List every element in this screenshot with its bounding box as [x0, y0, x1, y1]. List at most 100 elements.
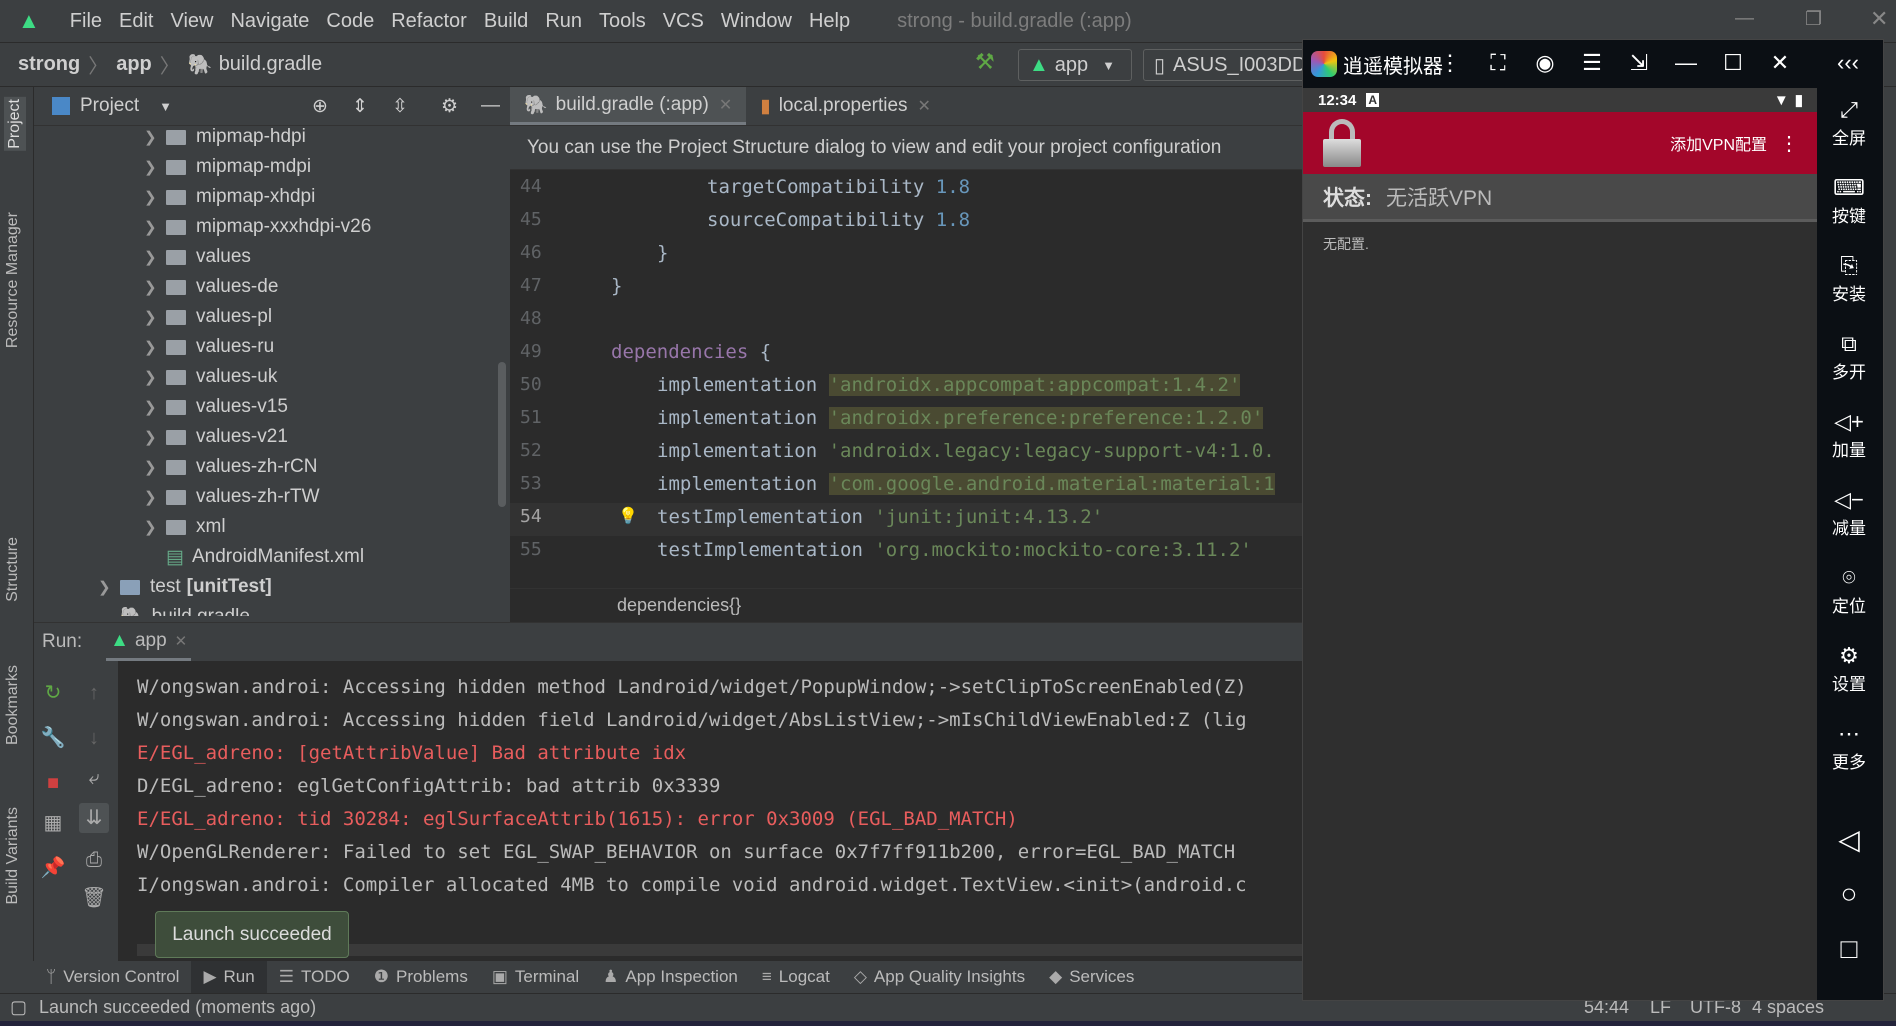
toolwin-run[interactable]: ▶ Run	[191, 961, 267, 993]
emu-multi-button[interactable]: ⧉ 多开	[1817, 330, 1881, 383]
restore-icon[interactable]: ❐	[1805, 8, 1822, 31]
home-icon[interactable]: ○	[1817, 878, 1881, 910]
hide-icon[interactable]: —	[481, 95, 500, 117]
tree-item[interactable]: ❯ mipmap-mdpi	[144, 152, 311, 182]
tree-item[interactable]: ❯ values-ru	[144, 332, 274, 362]
stop-icon[interactable]: ■	[38, 768, 68, 798]
close-icon[interactable]: ✕	[1765, 50, 1795, 76]
toolwin-todo[interactable]: ☰ TODO	[267, 961, 362, 993]
emu-fullscreen-button[interactable]: ⤢ 全屏	[1817, 96, 1881, 149]
chevron-right-icon[interactable]: ❯	[144, 458, 166, 476]
tree-item[interactable]: ❯ values-v15	[144, 392, 288, 422]
settings-icon[interactable]: ⚙	[441, 95, 458, 118]
menu-navigate[interactable]: Navigate	[230, 10, 309, 33]
strip-project[interactable]: Project	[4, 97, 26, 151]
chevron-right-icon[interactable]: ❯	[144, 518, 166, 536]
maximize-icon[interactable]: ☐	[1718, 50, 1748, 76]
breadcrumb-module[interactable]: app	[116, 53, 152, 76]
code-breadcrumb[interactable]: dependencies{}	[510, 588, 1302, 622]
code-area[interactable]: 44 targetCompatibility 1.8 45 sourceCompati…	[510, 170, 1302, 588]
menu-view[interactable]: View	[170, 10, 213, 33]
chevron-right-icon[interactable]: ❯	[144, 338, 166, 356]
close-tab-icon[interactable]: ✕	[719, 95, 732, 115]
tree-item[interactable]: ❯ values-de	[144, 272, 278, 302]
emu-volume-down-button[interactable]: ◁− 减量	[1817, 486, 1881, 539]
chevron-right-icon[interactable]: ❯	[98, 578, 120, 596]
add-vpn-profile-button[interactable]: 添加VPN配置	[1670, 131, 1767, 155]
down-icon[interactable]: ↓	[79, 723, 109, 753]
minimize-icon[interactable]: —	[1671, 50, 1701, 76]
strip-resource-manager[interactable]: Resource Manager	[4, 212, 22, 348]
account-icon[interactable]: ◉	[1530, 50, 1560, 76]
chevron-right-icon[interactable]: ❯	[144, 488, 166, 506]
print-icon[interactable]: ⎙	[79, 845, 109, 875]
overflow-menu-icon[interactable]: ⋮	[1779, 131, 1799, 156]
menu-code[interactable]: Code	[326, 10, 374, 33]
settings-wrench-icon[interactable]: 🔧	[38, 723, 68, 753]
tree-item[interactable]: ❯ values-pl	[144, 302, 272, 332]
build-hammer-icon[interactable]: ⚒	[975, 49, 995, 75]
back-icon[interactable]: ◁	[1817, 823, 1881, 856]
toolwin-terminal[interactable]: ▣ Terminal	[480, 961, 591, 993]
chevron-right-icon[interactable]: ❯	[144, 428, 166, 446]
chevron-right-icon[interactable]: ❯	[144, 188, 166, 206]
layout-icon[interactable]: ▦	[38, 808, 68, 838]
emu-apk-button[interactable]: ⎘ 安装	[1817, 252, 1881, 305]
status-message[interactable]: Launch succeeded (moments ago)	[39, 997, 316, 1018]
toolwin-problems[interactable]: ❶ Problems	[362, 961, 480, 993]
project-view-select[interactable]: Project	[80, 95, 139, 117]
up-icon[interactable]: ↑	[79, 678, 109, 708]
breadcrumb-file[interactable]: build.gradle	[219, 53, 322, 76]
tree-item[interactable]: ▤ AndroidManifest.xml	[144, 542, 364, 572]
tree-scrollbar[interactable]	[498, 362, 506, 507]
tree-item[interactable]: ❯ values-zh-rCN	[144, 452, 317, 482]
menu-file[interactable]: File	[70, 10, 102, 33]
soft-wrap-icon[interactable]: ⤶	[79, 763, 109, 793]
close-icon[interactable]: ✕	[1870, 6, 1888, 32]
menu-tools[interactable]: Tools	[599, 10, 646, 33]
collapse-all-icon[interactable]: ⇳	[392, 95, 408, 118]
chevron-right-icon[interactable]: ❯	[144, 248, 166, 266]
breadcrumb-project[interactable]: strong	[18, 53, 80, 76]
menu-build[interactable]: Build	[484, 10, 528, 33]
toolwin-services[interactable]: ◆ Services	[1037, 961, 1146, 993]
chevron-right-icon[interactable]: ❯	[144, 218, 166, 236]
tab-build-gradle[interactable]: 🐘 build.gradle (:app) ✕	[510, 87, 747, 125]
tree-item[interactable]: 🐘 build.gradle	[98, 602, 250, 616]
device-select[interactable]: ▯ ASUS_I003DD	[1143, 49, 1313, 81]
menu-edit[interactable]: Edit	[119, 10, 153, 33]
more-vertical-icon[interactable]: ⋮	[1435, 50, 1465, 76]
menu-help[interactable]: Help	[809, 10, 850, 33]
collapse-sidebar-icon[interactable]: ‹‹‹	[1833, 50, 1863, 76]
menu-run[interactable]: Run	[545, 10, 582, 33]
close-tab-icon[interactable]: ✕	[175, 632, 188, 650]
emu-keyboard-button[interactable]: ⌨ 按键	[1817, 174, 1881, 227]
tree-item[interactable]: ❯ mipmap-xhdpi	[144, 182, 315, 212]
lightbulb-icon[interactable]: 💡	[618, 506, 638, 526]
expand-all-icon[interactable]: ⇕	[352, 95, 368, 118]
strip-build-variants[interactable]: Build Variants	[4, 807, 22, 905]
strip-structure[interactable]: Structure	[4, 537, 22, 602]
tree-item[interactable]: ❯ xml	[144, 512, 226, 542]
chevron-right-icon[interactable]: ❯	[144, 368, 166, 386]
locate-icon[interactable]: ⊕	[312, 95, 328, 118]
chevron-right-icon[interactable]: ❯	[144, 308, 166, 326]
clear-icon[interactable]: 🗑	[79, 883, 109, 913]
status-toggle-icon[interactable]: ▢	[10, 997, 27, 1018]
minimize-icon[interactable]: —	[1735, 8, 1754, 30]
strip-bookmarks[interactable]: Bookmarks	[4, 665, 22, 745]
tree-item[interactable]: ❯ values-zh-rTW	[144, 482, 320, 512]
tree-item[interactable]: ❯ mipmap-hdpi	[144, 126, 306, 152]
menu-vcs[interactable]: VCS	[663, 10, 704, 33]
menu-window[interactable]: Window	[721, 10, 792, 33]
emu-volume-up-button[interactable]: ◁+ 加量	[1817, 408, 1881, 461]
tree-item[interactable]: ❯ mipmap-xxxhdpi-v26	[144, 212, 371, 242]
scroll-to-end-icon[interactable]: ⇊	[79, 803, 109, 833]
pin-icon[interactable]: 📌	[38, 853, 68, 883]
emu-location-button[interactable]: ⌾ 定位	[1817, 564, 1881, 617]
chevron-down-icon[interactable]: ▼	[159, 99, 172, 114]
toolwin-app-inspection[interactable]: ♟ App Inspection	[591, 961, 750, 993]
tree-item[interactable]: ❯ values-uk	[144, 362, 277, 392]
run-tab-app[interactable]: ▲ app ✕	[106, 623, 192, 661]
shrink-icon[interactable]: ⇲	[1624, 50, 1654, 76]
